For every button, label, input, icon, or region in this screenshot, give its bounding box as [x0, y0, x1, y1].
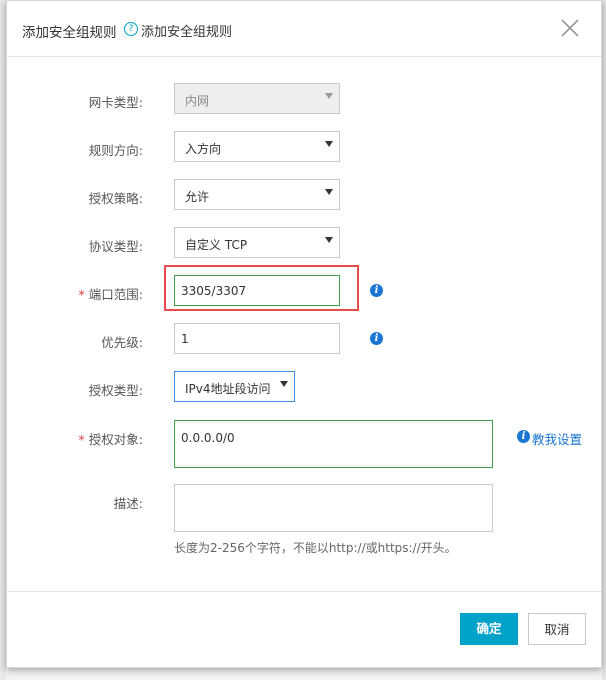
- close-icon[interactable]: [559, 17, 581, 39]
- nic-type-label: 网卡类型:: [88, 95, 143, 110]
- description-hint: 长度为2-256个字符，不能以http://或https://开头。: [174, 541, 457, 555]
- cancel-button[interactable]: 取消: [528, 613, 586, 645]
- info-icon: i: [517, 430, 530, 443]
- protocol-value: 自定义 TCP: [185, 238, 248, 252]
- chevron-down-icon: [280, 381, 288, 387]
- help-icon[interactable]: ?: [124, 22, 138, 36]
- dialog-footer: 确定 取消: [7, 591, 601, 669]
- chevron-down-icon: [325, 93, 333, 99]
- description-input[interactable]: [174, 484, 493, 532]
- chevron-down-icon: [325, 237, 333, 243]
- policy-value: 允许: [185, 190, 210, 204]
- protocol-select[interactable]: 自定义 TCP: [174, 227, 340, 258]
- add-security-group-rule-dialog: 添加安全组规则 ? 添加安全组规则 网卡类型: 内网 规则方向: 入方向 授权策…: [6, 0, 602, 668]
- nic-type-value: 内网: [185, 94, 210, 108]
- chevron-down-icon: [325, 189, 333, 195]
- auth-object-label-text: 授权对象:: [88, 432, 143, 447]
- priority-input[interactable]: 1: [174, 323, 340, 354]
- auth-type-select[interactable]: IPv4地址段访问: [174, 371, 295, 402]
- dialog-title: 添加安全组规则: [22, 25, 117, 41]
- direction-select[interactable]: 入方向: [174, 131, 340, 162]
- policy-select[interactable]: 允许: [174, 179, 340, 210]
- auth-object-value: 0.0.0.0/0: [181, 431, 235, 445]
- port-range-value: 3305/3307: [181, 284, 247, 298]
- info-icon[interactable]: i: [370, 284, 383, 297]
- direction-value: 入方向: [185, 142, 222, 156]
- auth-type-label: 授权类型:: [88, 383, 143, 398]
- dialog-header: 添加安全组规则 ? 添加安全组规则: [7, 1, 601, 57]
- chevron-down-icon: [325, 141, 333, 147]
- teach-me-link[interactable]: 教我设置: [532, 429, 582, 448]
- protocol-label: 协议类型:: [88, 239, 143, 254]
- help-link[interactable]: 添加安全组规则: [141, 21, 232, 40]
- ok-button[interactable]: 确定: [460, 613, 518, 645]
- auth-object-input[interactable]: 0.0.0.0/0: [174, 420, 493, 468]
- background-strip-right: [602, 0, 606, 680]
- policy-label: 授权策略:: [88, 191, 143, 206]
- info-icon[interactable]: i: [370, 332, 383, 345]
- required-mark: *: [78, 287, 85, 302]
- priority-value: 1: [181, 332, 189, 346]
- priority-label: 优先级:: [101, 335, 143, 350]
- description-label: 描述:: [113, 496, 143, 511]
- port-range-label: * 端口范围:: [13, 284, 143, 303]
- port-range-input[interactable]: 3305/3307: [174, 275, 340, 306]
- required-mark: *: [78, 432, 85, 447]
- auth-object-label: * 授权对象:: [13, 429, 143, 448]
- direction-label: 规则方向:: [88, 143, 143, 158]
- nic-type-select: 内网: [174, 83, 340, 114]
- port-range-label-text: 端口范围:: [88, 287, 143, 302]
- auth-type-value: IPv4地址段访问: [185, 382, 271, 396]
